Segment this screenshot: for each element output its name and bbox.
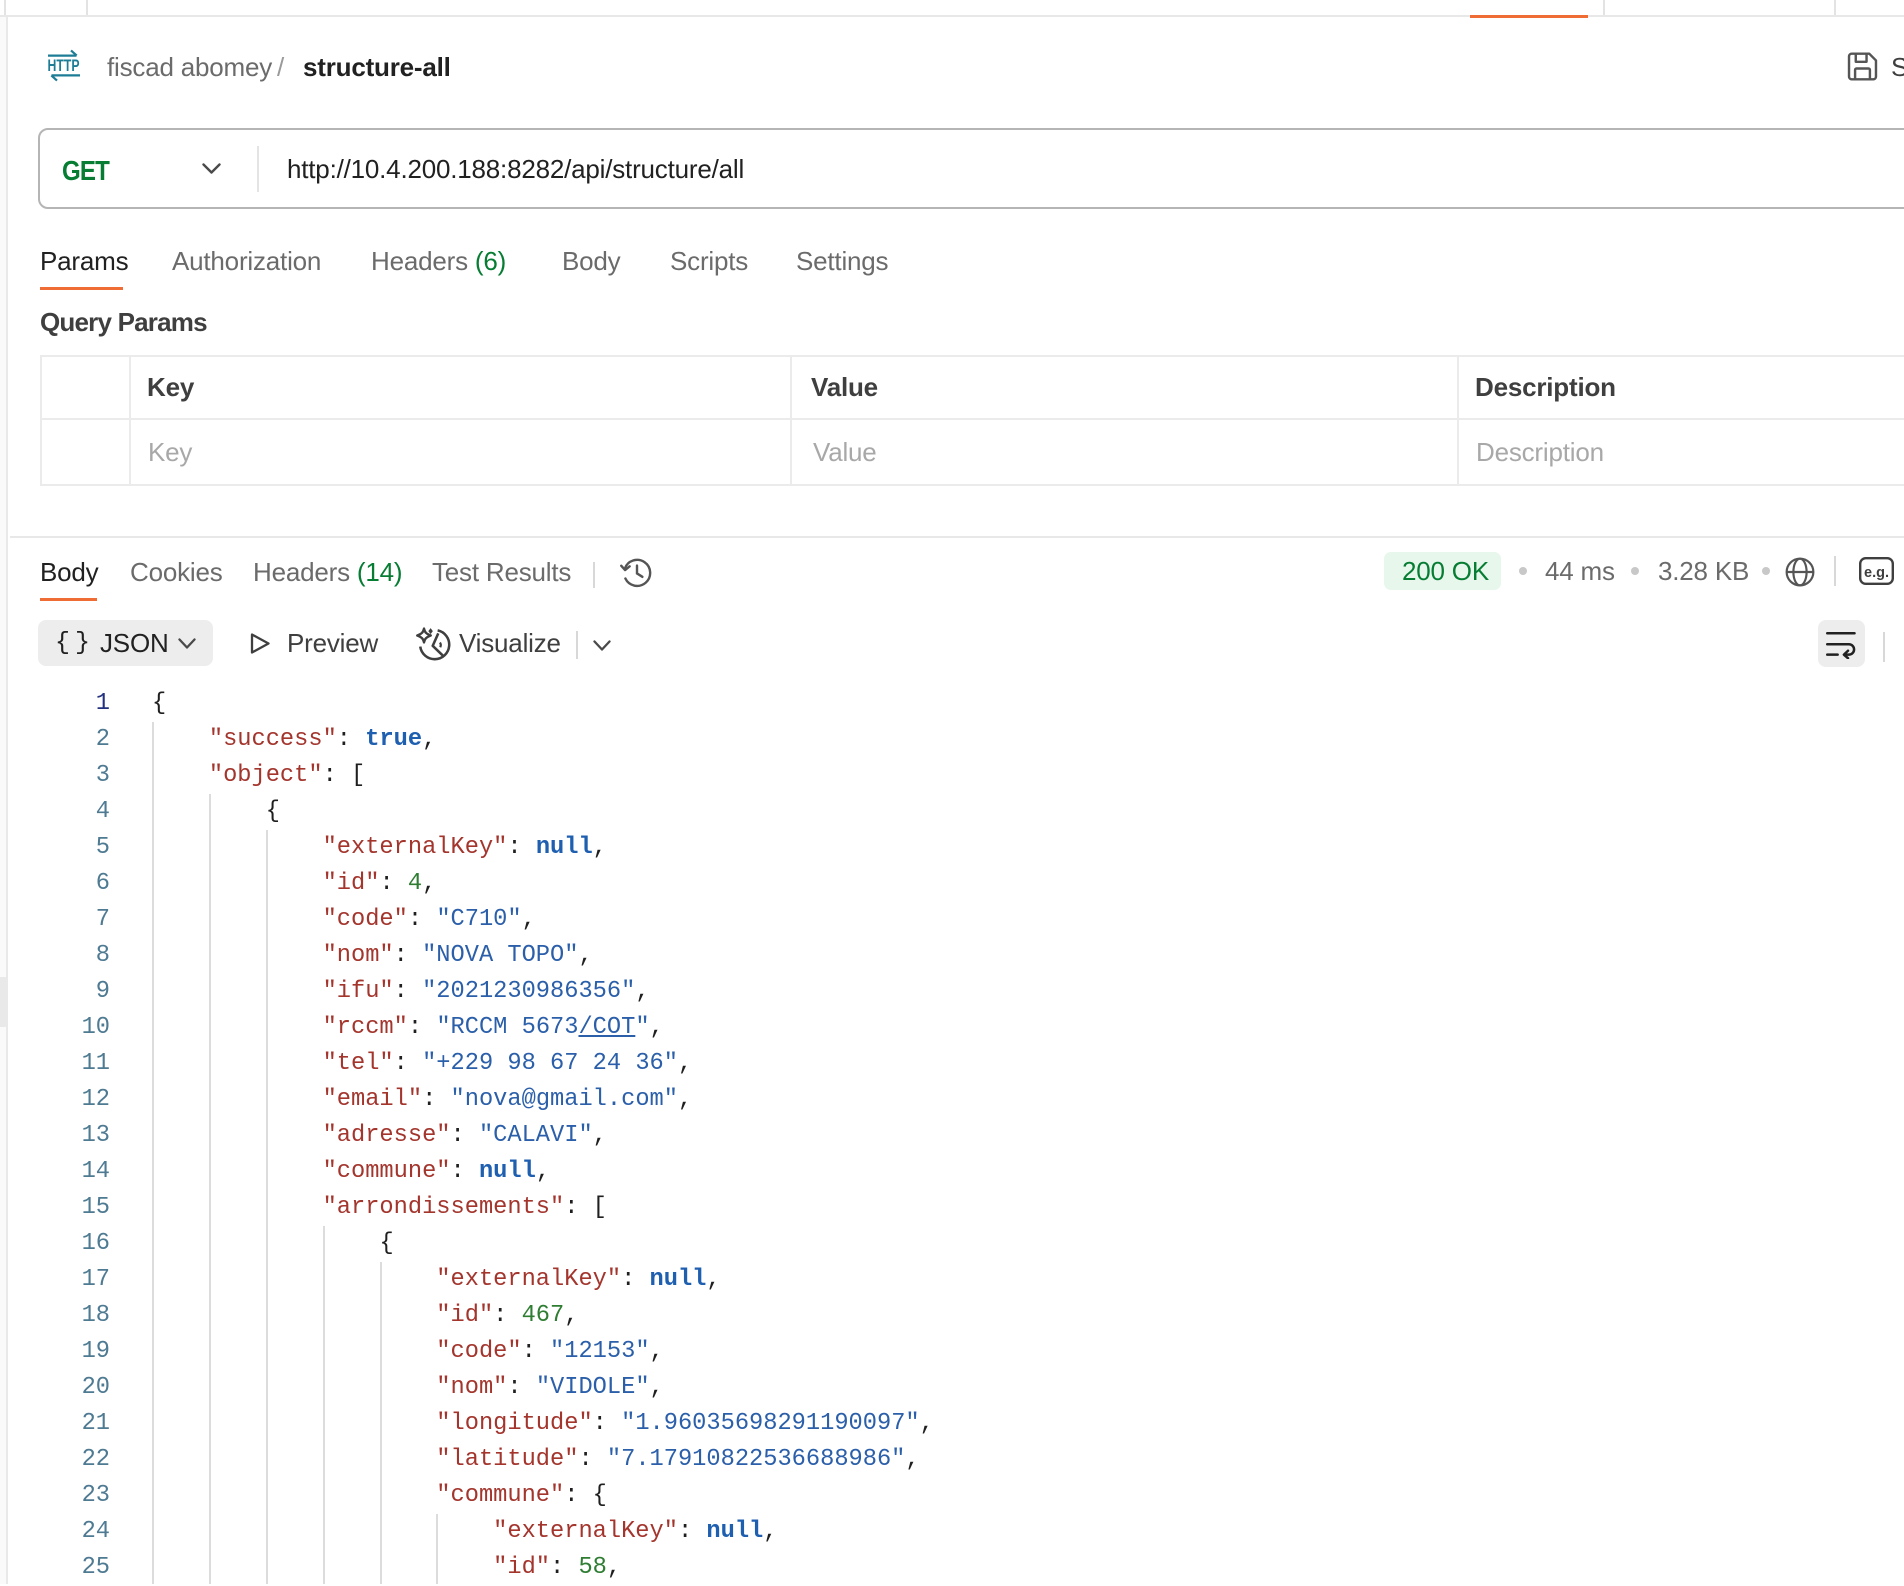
svg-text:e.g.: e.g. [1864,565,1889,581]
svg-text:HTTP: HTTP [48,57,80,75]
